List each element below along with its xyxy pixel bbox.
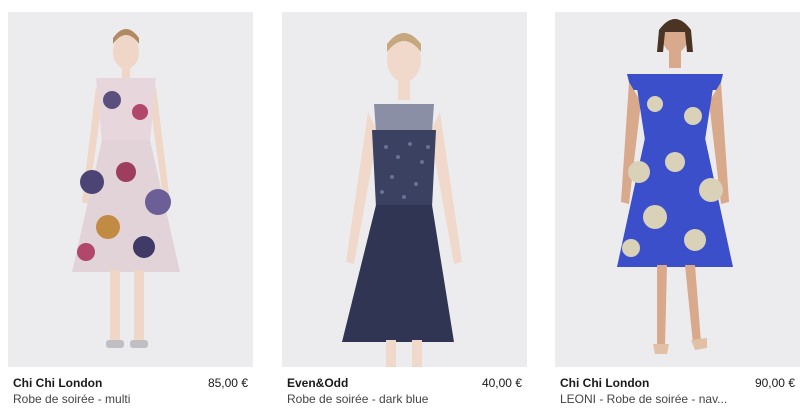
- product-card[interactable]: Chi Chi London 90,00 € LEONI - Robe de s…: [555, 12, 800, 407]
- product-name[interactable]: Robe de soirée - dark blue: [287, 391, 487, 407]
- product-card[interactable]: Chi Chi London 85,00 € Robe de soirée - …: [8, 12, 253, 407]
- product-brand[interactable]: Chi Chi London: [560, 375, 649, 391]
- floral-dress-illustration: [8, 12, 253, 367]
- product-name[interactable]: Robe de soirée - multi: [13, 391, 213, 407]
- product-image[interactable]: [555, 12, 800, 367]
- product-image[interactable]: [8, 12, 253, 367]
- product-brand[interactable]: Chi Chi London: [13, 375, 102, 391]
- navy-dress-illustration: [282, 12, 527, 367]
- product-card[interactable]: Even&Odd 40,00 € Robe de soirée - dark b…: [282, 12, 527, 407]
- product-price: 85,00 €: [207, 376, 248, 390]
- product-price: 90,00 €: [754, 376, 795, 390]
- product-brand[interactable]: Even&Odd: [287, 375, 348, 391]
- product-image[interactable]: [282, 12, 527, 367]
- product-name[interactable]: LEONI - Robe de soirée - nav...: [560, 391, 760, 407]
- product-price: 40,00 €: [481, 376, 522, 390]
- blue-floral-dress-illustration: [555, 12, 800, 367]
